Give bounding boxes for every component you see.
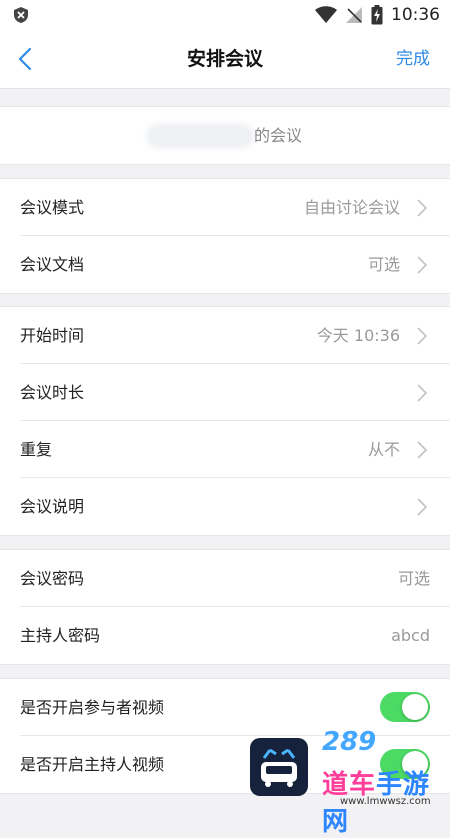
row-value: 今天 10:36 xyxy=(316,326,400,345)
participant-video-toggle[interactable] xyxy=(380,692,430,722)
duration-row[interactable]: 会议时长 xyxy=(0,364,450,421)
row-label: 会议模式 xyxy=(20,198,85,217)
start-time-row[interactable]: 开始时间 今天 10:36 xyxy=(0,307,450,364)
chevron-right-icon xyxy=(417,441,428,459)
row-label: 会议时长 xyxy=(20,383,85,402)
row-label: 重复 xyxy=(20,440,53,459)
topic-suffix: 的会议 xyxy=(254,126,303,145)
meeting-password-input[interactable]: 可选 xyxy=(398,550,430,607)
settings-group-mode: 会议模式 自由讨论会议 会议文档 可选 xyxy=(0,178,450,294)
settings-group-time: 开始时间 今天 10:36 会议时长 重复 从不 会议说明 xyxy=(0,306,450,536)
status-bar: 10:36 xyxy=(0,0,450,30)
row-label: 会议密码 xyxy=(20,569,85,588)
repeat-row[interactable]: 重复 从不 xyxy=(0,421,450,478)
host-password-input[interactable]: abcd xyxy=(391,607,430,664)
description-row[interactable]: 会议说明 xyxy=(0,478,450,535)
battery-icon xyxy=(371,5,383,25)
watermark-number: 289 xyxy=(322,727,377,757)
status-time: 10:36 xyxy=(391,5,440,25)
done-button[interactable]: 完成 xyxy=(396,30,430,88)
row-label: 主持人密码 xyxy=(20,626,101,645)
chevron-right-icon xyxy=(417,256,428,274)
navigation-bar: 安排会议 完成 xyxy=(0,30,450,89)
chevron-right-icon xyxy=(417,327,428,345)
shield-icon xyxy=(14,7,28,23)
row-label: 是否开启参与者视频 xyxy=(20,698,165,717)
meeting-docs-row[interactable]: 会议文档 可选 xyxy=(0,236,450,293)
settings-group-password: 会议密码 可选 主持人密码 abcd xyxy=(0,549,450,665)
site-watermark: 289 道车手游网 www.lmwwsz.com xyxy=(248,722,450,837)
no-signal-icon xyxy=(346,7,362,23)
chevron-right-icon xyxy=(417,199,428,217)
page-title: 安排会议 xyxy=(186,48,263,70)
row-value: 可选 xyxy=(367,255,400,274)
row-label: 开始时间 xyxy=(20,326,85,345)
host-password-row[interactable]: 主持人密码 abcd xyxy=(0,607,450,664)
toggle-knob xyxy=(402,694,428,720)
topic-name-blurred xyxy=(146,124,254,148)
chevron-right-icon xyxy=(417,384,428,402)
meeting-topic-field[interactable]: 的会议 xyxy=(0,106,450,165)
row-label: 会议文档 xyxy=(20,255,85,274)
watermark-logo xyxy=(250,738,308,796)
row-label: 会议说明 xyxy=(20,497,85,516)
meeting-password-row[interactable]: 会议密码 可选 xyxy=(0,550,450,607)
row-value: 自由讨论会议 xyxy=(303,198,400,217)
car-icon xyxy=(261,748,297,787)
wifi-icon xyxy=(315,6,337,23)
meeting-mode-row[interactable]: 会议模式 自由讨论会议 xyxy=(0,179,450,236)
chevron-right-icon xyxy=(417,498,428,516)
row-label: 是否开启主持人视频 xyxy=(20,755,165,774)
watermark-url: www.lmwwsz.com xyxy=(340,796,431,807)
row-value: 从不 xyxy=(367,440,400,459)
